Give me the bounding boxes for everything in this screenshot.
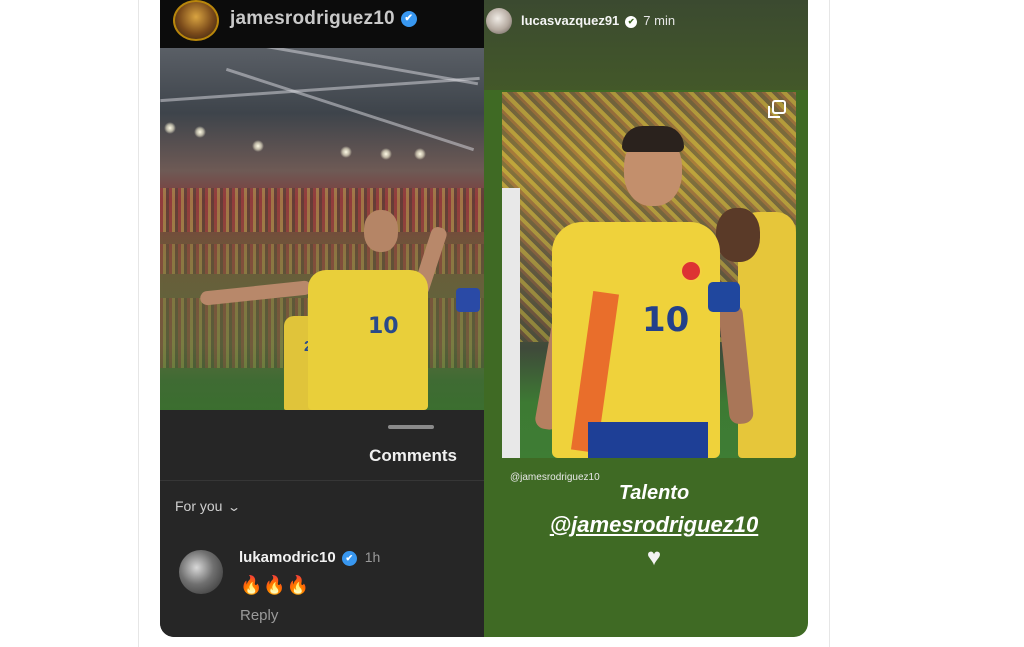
right-story-user: lucasvazquez91 ✔ 7 min [521, 13, 675, 28]
floodlight [380, 148, 392, 160]
verified-badge-icon: ✔ [341, 550, 357, 566]
floodlight [252, 140, 264, 152]
player-head [364, 210, 398, 252]
reply-button[interactable]: Reply [240, 607, 278, 624]
floodlight [194, 126, 206, 138]
avatar[interactable] [486, 8, 512, 34]
comments-filter-label[interactable]: For you [175, 498, 222, 514]
player-shorts [588, 422, 708, 458]
floodlight [414, 148, 426, 160]
comment-time: 1h [364, 549, 381, 565]
chevron-down-icon[interactable]: ⌄ [227, 500, 241, 514]
player-hair [622, 126, 684, 152]
comment-username[interactable]: lukamodric10 [239, 549, 336, 566]
goal-post [502, 188, 520, 458]
crowd-stands [160, 188, 484, 232]
page: jamesrodriguez10✔ 21 [0, 0, 1024, 647]
story-composite-image: jamesrodriguez10✔ 21 [160, 0, 808, 637]
comments-sheet: Comments For you ⌄ lukamodric10 ✔ 1h 🔥🔥🔥 Re… [160, 410, 484, 637]
multiple-posts-icon [768, 100, 786, 118]
reposted-post-photo[interactable]: 10 [502, 92, 796, 458]
comment-header: lukamodric10 ✔ 1h [239, 549, 380, 566]
left-story-panel: jamesrodriguez10✔ 21 [160, 0, 484, 637]
comments-filter-dropdown[interactable]: For you ⌄ [175, 498, 242, 514]
comment-avatar[interactable] [179, 550, 223, 594]
sheet-drag-handle[interactable] [388, 425, 434, 429]
player-jersey-number: 10 [642, 300, 690, 340]
teammate-head [716, 208, 760, 262]
floodlight [164, 122, 176, 134]
crest-icon [680, 260, 702, 282]
left-story-photo[interactable]: 21 10 [160, 48, 484, 410]
heart-icon: ♥ [646, 544, 662, 571]
right-story-panel: lucasvazquez91 ✔ 7 min 10 @jamesrodrigue… [484, 0, 808, 637]
avatar[interactable] [173, 0, 219, 41]
player-jersey [308, 270, 428, 410]
verified-badge-icon: ✔ [625, 15, 638, 28]
right-username[interactable]: lucasvazquez91 [521, 13, 619, 28]
comment-text: 🔥🔥🔥 [240, 575, 311, 595]
left-username[interactable]: jamesrodriguez10 ✔ [230, 8, 417, 30]
right-story-header: lucasvazquez91 ✔ 7 min [484, 0, 808, 90]
story-caption: Talento [618, 482, 690, 504]
story-time: 7 min [643, 13, 676, 28]
captain-armband [708, 282, 740, 312]
left-story-header: jamesrodriguez10 ✔ [160, 0, 484, 48]
divider [160, 480, 484, 481]
comments-title: Comments [369, 446, 457, 465]
floodlight [340, 146, 352, 158]
player-jersey-number: 10 [368, 314, 399, 339]
left-username-text[interactable]: jamesrodriguez10 [230, 8, 395, 29]
verified-badge-icon: ✔ [400, 10, 417, 27]
story-mention-link[interactable]: @jamesrodriguez10 [484, 512, 808, 538]
captain-armband [456, 288, 480, 312]
